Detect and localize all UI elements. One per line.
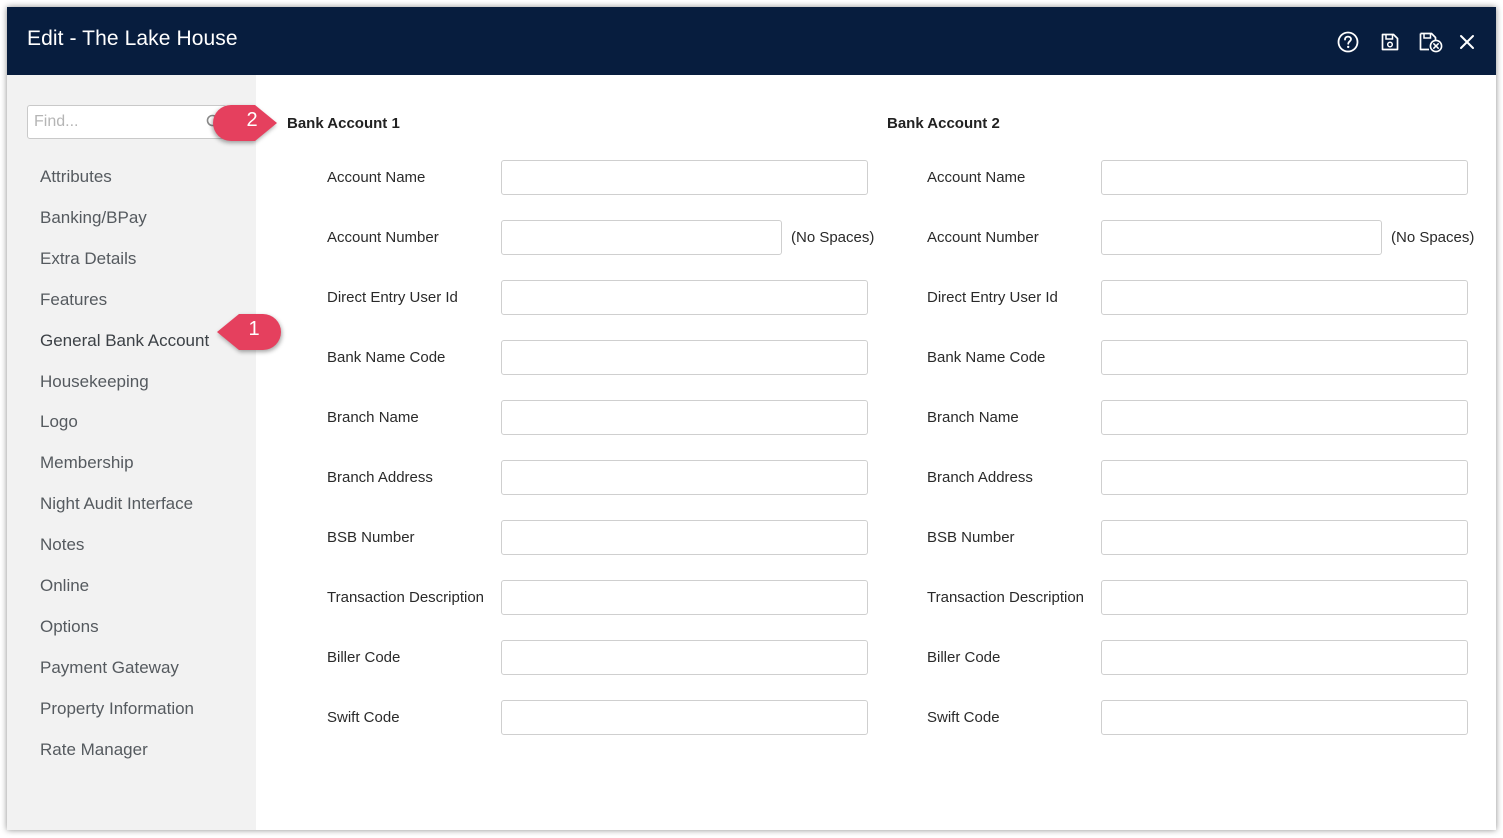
sidebar-item-options[interactable]: Options bbox=[40, 617, 99, 637]
label-transaction-description: Transaction Description bbox=[927, 589, 1085, 606]
window-title: Edit - The Lake House bbox=[27, 27, 238, 50]
edit-window: Edit - The Lake House Find... Attributes… bbox=[7, 7, 1496, 830]
sidebar-item-property-information[interactable]: Property Information bbox=[40, 699, 194, 719]
direct-entry-user-id-input[interactable] bbox=[1101, 280, 1468, 315]
label-branch-name: Branch Name bbox=[327, 409, 419, 426]
bsb-number-input[interactable] bbox=[501, 520, 868, 555]
label-branch-name: Branch Name bbox=[927, 409, 1019, 426]
label-transaction-description: Transaction Description bbox=[327, 589, 485, 606]
transaction-description-input[interactable] bbox=[501, 580, 868, 615]
sidebar-item-housekeeping[interactable]: Housekeeping bbox=[40, 372, 149, 392]
label-bsb-number: BSB Number bbox=[327, 529, 415, 546]
save-icon[interactable] bbox=[1377, 29, 1403, 55]
label-direct-entry-user-id: Direct Entry User Id bbox=[927, 289, 1058, 306]
sidebar-item-night-audit-interface[interactable]: Night Audit Interface bbox=[40, 494, 193, 514]
label-branch-address: Branch Address bbox=[927, 469, 1033, 486]
biller-code-input[interactable] bbox=[1101, 640, 1468, 675]
bank-account-1-title: Bank Account 1 bbox=[287, 115, 400, 132]
main-content: Bank Account 1 Bank Account 2 Account Na… bbox=[256, 75, 1496, 830]
save-close-icon[interactable] bbox=[1418, 29, 1444, 55]
sidebar-item-payment-gateway[interactable]: Payment Gateway bbox=[40, 658, 179, 678]
close-icon[interactable] bbox=[1454, 29, 1480, 55]
callout-1: 1 bbox=[213, 310, 283, 354]
label-direct-entry-user-id: Direct Entry User Id bbox=[327, 289, 458, 306]
sidebar-item-logo[interactable]: Logo bbox=[40, 412, 78, 432]
bank-name-code-input[interactable] bbox=[501, 340, 868, 375]
find-input[interactable] bbox=[28, 106, 204, 138]
sidebar-item-features[interactable]: Features bbox=[40, 290, 107, 310]
label-account-name: Account Name bbox=[327, 169, 426, 186]
label-bank-name-code: Bank Name Code bbox=[927, 349, 1046, 366]
help-icon[interactable] bbox=[1335, 29, 1361, 55]
branch-name-input[interactable] bbox=[501, 400, 868, 435]
sidebar: Attributes Banking/BPay Extra Details Featu… bbox=[7, 75, 256, 830]
label-biller-code: Biller Code bbox=[327, 649, 401, 666]
sidebar-item-membership[interactable]: Membership bbox=[40, 453, 134, 473]
label-swift-code: Swift Code bbox=[927, 709, 1000, 726]
sidebar-item-online[interactable]: Online bbox=[40, 576, 89, 596]
direct-entry-user-id-input[interactable] bbox=[501, 280, 868, 315]
sidebar-item-notes[interactable]: Notes bbox=[40, 535, 84, 555]
sidebar-item-general-bank-account[interactable]: General Bank Account bbox=[40, 331, 209, 351]
no-spaces-hint: (No Spaces) bbox=[1391, 229, 1475, 246]
branch-address-input[interactable] bbox=[501, 460, 868, 495]
label-account-name: Account Name bbox=[927, 169, 1026, 186]
sidebar-item-banking-bpay[interactable]: Banking/BPay bbox=[40, 208, 147, 228]
bank-account-2-title: Bank Account 2 bbox=[887, 115, 1000, 132]
callout-2: 2 bbox=[211, 101, 281, 145]
account-number-input[interactable] bbox=[501, 220, 782, 255]
label-bsb-number: BSB Number bbox=[927, 529, 1015, 546]
find-box bbox=[27, 105, 227, 139]
bank-name-code-input[interactable] bbox=[1101, 340, 1468, 375]
branch-address-input[interactable] bbox=[1101, 460, 1468, 495]
label-bank-name-code: Bank Name Code bbox=[327, 349, 446, 366]
sidebar-item-extra-details[interactable]: Extra Details bbox=[40, 249, 136, 269]
title-bar: Edit - The Lake House bbox=[7, 7, 1496, 75]
biller-code-input[interactable] bbox=[501, 640, 868, 675]
label-account-number: Account Number bbox=[927, 229, 1039, 246]
branch-name-input[interactable] bbox=[1101, 400, 1468, 435]
swift-code-input[interactable] bbox=[501, 700, 868, 735]
transaction-description-input[interactable] bbox=[1101, 580, 1468, 615]
no-spaces-hint: (No Spaces) bbox=[791, 229, 875, 246]
label-account-number: Account Number bbox=[327, 229, 439, 246]
label-swift-code: Swift Code bbox=[327, 709, 400, 726]
account-name-input[interactable] bbox=[1101, 160, 1468, 195]
swift-code-input[interactable] bbox=[1101, 700, 1468, 735]
sidebar-item-rate-manager[interactable]: Rate Manager bbox=[40, 740, 148, 760]
sidebar-item-attributes[interactable]: Attributes bbox=[40, 167, 112, 187]
label-branch-address: Branch Address bbox=[327, 469, 433, 486]
label-biller-code: Biller Code bbox=[927, 649, 1001, 666]
account-number-input[interactable] bbox=[1101, 220, 1382, 255]
bsb-number-input[interactable] bbox=[1101, 520, 1468, 555]
account-name-input[interactable] bbox=[501, 160, 868, 195]
